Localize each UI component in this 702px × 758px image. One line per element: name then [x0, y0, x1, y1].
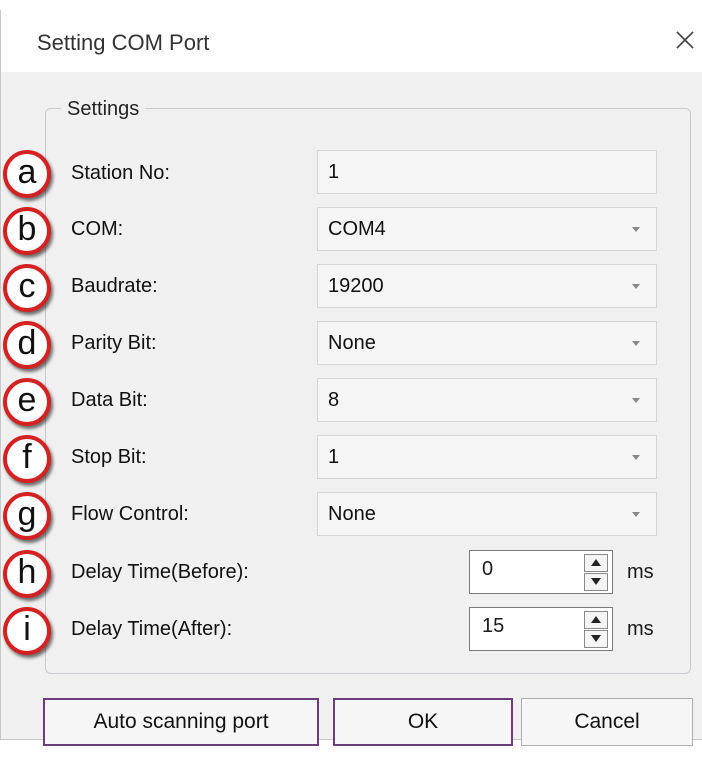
spin-up-icon[interactable]	[584, 554, 608, 572]
com-dropdown[interactable]: COM4	[317, 207, 657, 251]
marker-g-badge: g	[3, 492, 51, 540]
spin-up-icon[interactable]	[584, 611, 608, 629]
stop-bit-label: Stop Bit:	[71, 446, 147, 468]
data-bit-label: Data Bit:	[71, 389, 148, 411]
auto-scanning-port-button[interactable]: Auto scanning port	[43, 698, 319, 746]
chevron-down-icon[interactable]	[632, 284, 640, 289]
delay-before-unit: ms	[627, 561, 654, 583]
cancel-button[interactable]: Cancel	[521, 698, 693, 746]
stop-bit-dropdown[interactable]: 1	[317, 435, 657, 479]
chevron-down-icon[interactable]	[632, 341, 640, 346]
dialog-title: Setting COM Port	[37, 30, 210, 55]
com-port-dialog: Setting COM Port Settings a Station No: …	[0, 10, 702, 746]
data-bit-dropdown[interactable]: 8	[317, 378, 657, 422]
chevron-down-icon[interactable]	[632, 512, 640, 517]
marker-a-badge: a	[3, 150, 51, 198]
delay-before-value[interactable]: 0	[482, 558, 493, 581]
com-value: COM4	[328, 218, 386, 240]
chevron-down-icon[interactable]	[632, 227, 640, 232]
parity-bit-value: None	[328, 332, 376, 354]
ok-button[interactable]: OK	[333, 698, 513, 746]
parity-bit-label: Parity Bit:	[71, 332, 157, 354]
baudrate-dropdown[interactable]: 19200	[317, 264, 657, 308]
spin-down-icon[interactable]	[584, 573, 608, 591]
data-bit-value: 8	[328, 389, 340, 411]
marker-c-badge: c	[3, 264, 51, 312]
delay-after-spinbox[interactable]: 15	[469, 607, 613, 651]
spin-down-icon[interactable]	[584, 630, 608, 648]
marker-b-badge: b	[3, 207, 51, 255]
delay-after-unit: ms	[627, 618, 654, 640]
marker-f-badge: f	[3, 435, 51, 483]
delay-before-spinbox[interactable]: 0	[469, 550, 613, 594]
com-label: COM:	[71, 218, 124, 240]
title-bar: Setting COM Port	[1, 10, 702, 72]
station-no-label: Station No:	[71, 162, 170, 184]
marker-e-badge: e	[3, 378, 51, 426]
flow-control-label: Flow Control:	[71, 503, 189, 525]
station-no-input[interactable]: 1	[317, 150, 657, 194]
delay-after-label: Delay Time(After):	[71, 618, 233, 640]
marker-h-badge: h	[3, 550, 51, 598]
settings-group-label: Settings	[61, 98, 146, 121]
delay-after-value[interactable]: 15	[482, 615, 504, 638]
marker-i-badge: i	[3, 607, 51, 655]
chevron-down-icon[interactable]	[632, 398, 640, 403]
baudrate-label: Baudrate:	[71, 275, 158, 297]
marker-d-badge: d	[3, 321, 51, 369]
parity-bit-dropdown[interactable]: None	[317, 321, 657, 365]
close-icon[interactable]	[671, 26, 699, 54]
stop-bit-value: 1	[328, 446, 340, 468]
delay-before-label: Delay Time(Before):	[71, 561, 249, 583]
baudrate-value: 19200	[328, 275, 384, 297]
chevron-down-icon[interactable]	[632, 455, 640, 460]
flow-control-value: None	[328, 503, 376, 525]
flow-control-dropdown[interactable]: None	[317, 492, 657, 536]
